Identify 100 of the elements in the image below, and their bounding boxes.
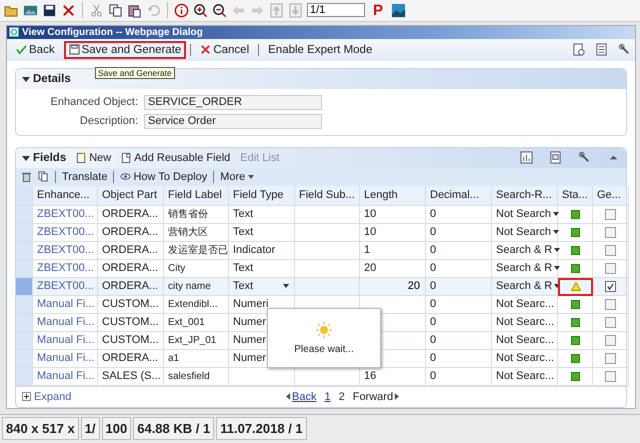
table-cell: CUSTOM... [98,332,164,350]
column-header[interactable]: Enhance... [33,186,98,206]
readonly-field[interactable]: SERVICE_ORDER [144,94,322,110]
checkbox[interactable] [605,208,616,220]
column-header[interactable]: Object Part [98,186,164,206]
page-link[interactable]: 1 [324,390,331,403]
export-icon[interactable] [549,151,562,164]
dropdown[interactable]: Search & R [496,244,562,256]
last-page-icon[interactable] [288,2,303,18]
action-button[interactable]: Save and Generate [64,40,186,59]
list-icon[interactable] [595,43,608,56]
checkbox[interactable] [605,370,616,382]
caret-icon [553,246,562,254]
column-header[interactable]: Search-R... [492,186,558,206]
table-cell[interactable]: ZBEXT00... [33,206,98,224]
table-cell[interactable]: Manual Fi... [33,350,98,368]
action-button[interactable]: Back [11,40,60,59]
length-field[interactable]: 20 [364,280,420,292]
column-header[interactable]: Field Type [229,186,295,206]
column-header[interactable]: Length [360,186,426,206]
table-cell[interactable]: ZBEXT00... [33,278,98,296]
table-cell: ORDERA... [98,242,164,260]
table-cell[interactable]: Manual Fi... [33,314,98,332]
table-cell[interactable]: ZBEXT00... [33,224,98,242]
table-cell[interactable]: ZBEXT00... [33,242,98,260]
table-cell: Indicator [229,242,295,260]
zoom-in-icon[interactable] [193,2,208,18]
checkbox[interactable] [605,226,616,238]
checkbox[interactable] [605,316,616,328]
p-button[interactable]: P [373,2,384,19]
dropdown[interactable]: Search & R [496,280,562,292]
table-cell[interactable]: Manual Fi... [33,296,98,314]
status-segment: 1/ [80,417,100,440]
table-cell: Not Searc... [492,296,558,314]
caret-icon [282,282,290,290]
dropdown[interactable]: Text [233,280,290,292]
save-icon [68,44,80,56]
checkbox[interactable] [605,334,616,346]
table-cell[interactable]: Manual Fi... [33,332,98,350]
toolbar-button[interactable]: Add Reusable Field [121,152,230,164]
table-cell[interactable]: Manual Fi... [33,368,98,386]
wait-message: Please wait... [294,344,354,355]
checkbox[interactable] [605,298,616,310]
dropdown[interactable]: Not Search [496,226,560,238]
toolbar-button[interactable]: New [76,152,112,164]
table-cell: 10 [360,224,426,242]
table-cell: a1 [164,350,229,368]
checkbox[interactable] [605,262,616,274]
caret-icon [552,210,560,218]
table-cell: ORDERA... [98,224,164,242]
dropdown[interactable]: Search & R [496,262,562,274]
checkbox[interactable] [605,352,616,364]
column-header[interactable]: Field Label [164,186,229,206]
column-header[interactable]: Sta... [558,186,593,206]
checkbox[interactable] [605,280,616,292]
caret-icon [553,264,562,272]
triangle-icon [286,393,291,400]
action-button[interactable]: Cancel [195,40,254,59]
paste-icon[interactable] [127,2,142,18]
table-cell: SALES (S... [98,368,164,386]
column-header[interactable]: Ge... [593,186,629,206]
page-link[interactable]: 2 [338,390,345,403]
column-header[interactable]: Decimal... [426,186,492,206]
wrench-icon[interactable] [578,151,591,164]
expand-button[interactable]: Expand [22,390,286,403]
row-selector[interactable] [16,278,33,296]
table-cell: ORDERA... [98,206,164,224]
table-cell: 0 [426,332,492,350]
dropdown[interactable]: Not Search [496,208,560,220]
close-icon[interactable] [61,2,76,18]
copy-icon[interactable] [108,2,123,18]
table-cell: 0 [426,242,492,260]
table-cell: city name [164,278,229,296]
table-cell: 0 [426,368,492,386]
toolbar-button[interactable]: More [220,170,256,183]
chart-icon[interactable] [520,151,533,164]
landscape-icon[interactable] [391,2,406,18]
toolbar-button[interactable]: How To Deploy [120,170,208,183]
document-icon[interactable] [572,43,585,56]
save-icon[interactable] [42,2,57,18]
wrench-icon[interactable] [618,43,631,56]
zoom-out-icon[interactable] [212,2,227,18]
checkbox[interactable] [605,244,616,256]
page-field[interactable]: 1/1 [307,3,365,18]
tooltip: Save and Generate [95,66,175,79]
table-cell: 0 [426,206,492,224]
info-icon[interactable] [174,2,189,18]
trash-icon[interactable] [21,171,32,182]
action-button[interactable]: Enable Expert Mode [263,40,378,59]
copy-icon[interactable] [38,171,49,182]
details-toggle[interactable]: Details [22,72,71,85]
back-link[interactable]: Back [286,390,316,403]
column-header[interactable]: Field Sub... [295,186,360,206]
document-pin-icon [121,152,132,164]
fields-toggle[interactable]: Fields [22,152,66,164]
table-cell: 0 [426,278,492,296]
readonly-field[interactable]: Service Order [144,114,322,129]
first-page-icon[interactable] [269,2,284,18]
forward-link[interactable]: Forward [352,390,400,403]
toolbar-button[interactable]: Translate [62,170,108,183]
